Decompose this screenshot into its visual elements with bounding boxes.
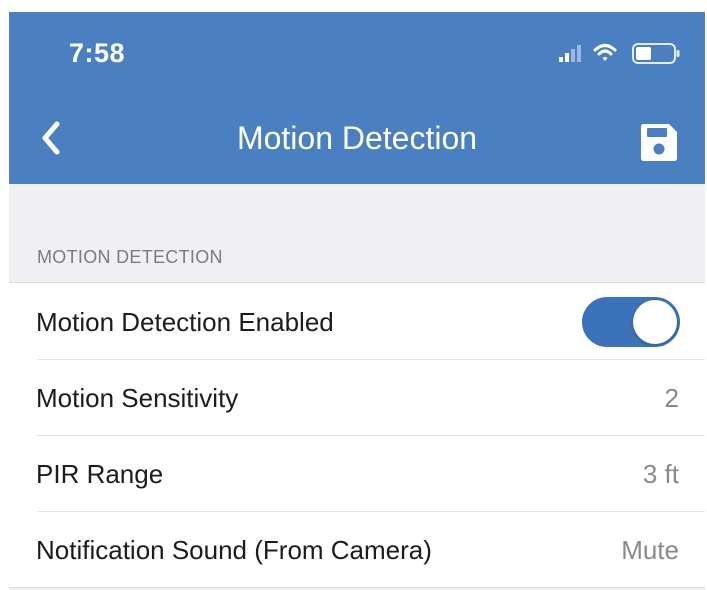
row-label: Notification Sound (From Camera) <box>36 535 432 565</box>
settings-list: Motion Detection Enabled Motion Sensitiv… <box>9 282 705 588</box>
row-label: Motion Detection Enabled <box>36 307 334 337</box>
toggle-knob <box>633 300 677 344</box>
status-time: 7:58 <box>69 38 126 68</box>
motion-detection-enabled-row[interactable]: Motion Detection Enabled <box>9 283 705 359</box>
chevron-left-icon <box>42 121 60 155</box>
wifi-icon <box>593 44 617 61</box>
row-value: 3 ft <box>642 459 679 489</box>
row-label: Motion Sensitivity <box>36 383 239 413</box>
status-icons <box>547 39 687 69</box>
floppy-disk-icon <box>641 124 677 161</box>
notification-sound-row[interactable]: Notification Sound (From Camera) Mute <box>9 511 705 587</box>
save-button[interactable] <box>637 120 681 164</box>
motion-sensitivity-row[interactable]: Motion Sensitivity 2 <box>9 359 705 435</box>
row-value: 2 <box>664 383 679 413</box>
signal-icon <box>559 45 581 62</box>
section-header: MOTION DETECTION <box>37 247 223 267</box>
app-screen: 7:58 Motion Detection MOTION DETECTION M… <box>9 12 705 590</box>
battery-icon <box>632 43 680 64</box>
page-title: Motion Detection <box>236 120 478 156</box>
back-button[interactable] <box>29 116 73 160</box>
pir-range-row[interactable]: PIR Range 3 ft <box>9 435 705 511</box>
row-label: PIR Range <box>36 459 164 489</box>
motion-detection-toggle[interactable] <box>582 297 680 347</box>
row-value: Mute <box>621 535 679 565</box>
nav-header: 7:58 Motion Detection <box>9 12 705 184</box>
